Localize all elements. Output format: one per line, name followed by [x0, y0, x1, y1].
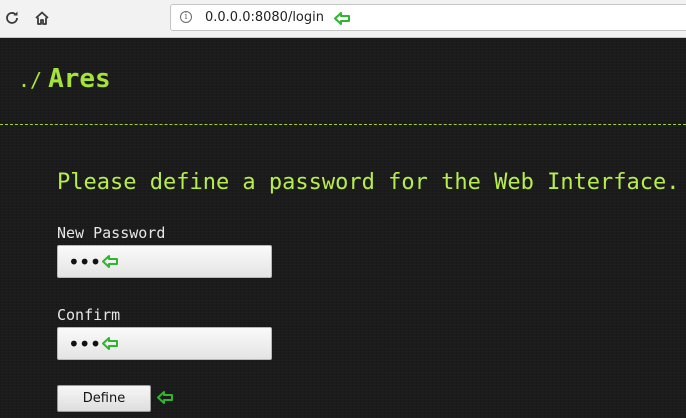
- info-icon[interactable]: i: [180, 11, 192, 23]
- logo-name: Ares: [48, 64, 111, 94]
- browser-toolbar: i 0.0.0.0:8080/login: [0, 0, 686, 38]
- home-button[interactable]: [32, 8, 52, 28]
- url-text[interactable]: 0.0.0.0:8080/login: [205, 10, 324, 25]
- home-icon: [35, 11, 49, 25]
- confirm-password-input[interactable]: •••: [57, 327, 272, 360]
- reload-icon: [6, 11, 18, 24]
- app-logo: ./Ares: [18, 64, 111, 94]
- page-prompt: Please define a password for the Web Int…: [57, 170, 680, 195]
- header-divider: [0, 124, 686, 125]
- logo-prefix: ./: [18, 68, 43, 92]
- login-page: ./Ares Please define a password for the …: [0, 38, 686, 418]
- green-left-arrow-icon: [102, 255, 118, 268]
- address-bar[interactable]: i 0.0.0.0:8080/login: [170, 4, 686, 31]
- new-password-input[interactable]: •••: [57, 245, 272, 278]
- green-left-arrow-icon: [157, 391, 173, 404]
- confirm-password-value: •••: [68, 332, 101, 356]
- confirm-password-label: Confirm: [57, 306, 121, 324]
- new-password-value: •••: [68, 250, 101, 274]
- reload-button[interactable]: [2, 8, 22, 28]
- green-left-arrow-icon: [102, 337, 118, 350]
- define-button[interactable]: Define: [57, 385, 151, 412]
- green-left-arrow-icon: [334, 12, 350, 25]
- new-password-label: New Password: [57, 224, 166, 242]
